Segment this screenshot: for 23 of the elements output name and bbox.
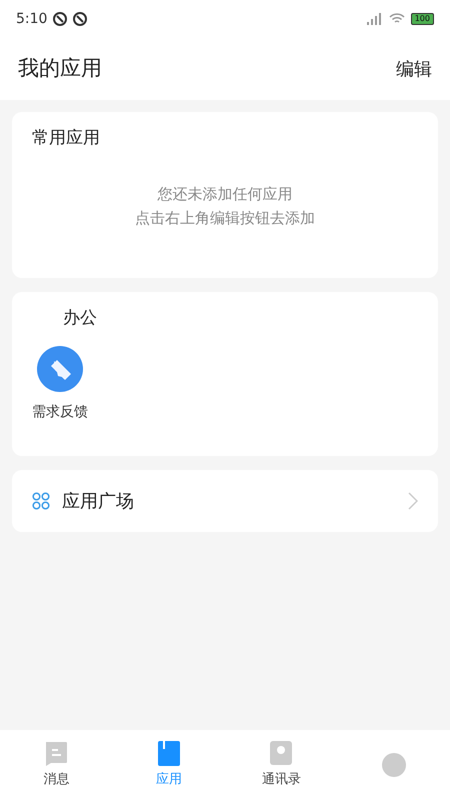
wifi-icon bbox=[388, 13, 405, 25]
tab[interactable]: 消息 bbox=[0, 730, 112, 800]
status-time: 5:10 bbox=[16, 10, 48, 28]
section-title: 常用应用 bbox=[32, 127, 101, 150]
edit-button[interactable]: 编辑 bbox=[396, 56, 432, 82]
ticket-icon bbox=[37, 346, 83, 392]
app-tile[interactable]: 需求反馈 bbox=[32, 346, 88, 422]
notification-icon bbox=[73, 12, 88, 26]
contacts-icon bbox=[269, 740, 294, 766]
app-plaza-row[interactable]: 应用广场 bbox=[12, 470, 438, 532]
signal-icon bbox=[366, 13, 383, 25]
chevron-right-icon bbox=[408, 492, 418, 510]
grid-icon bbox=[32, 492, 50, 510]
tab[interactable]: 通讯录 bbox=[225, 730, 338, 800]
document-icon bbox=[156, 740, 181, 766]
section-title: 办公 bbox=[63, 307, 98, 330]
empty-message: 点击右上角编辑按钮去添加 bbox=[135, 208, 315, 228]
page-title: 我的应用 bbox=[18, 55, 102, 82]
empty-message: 您还未添加任何应用 bbox=[158, 184, 292, 204]
message-icon bbox=[43, 740, 70, 766]
battery-indicator: 100 bbox=[410, 13, 434, 25]
profile-icon bbox=[380, 752, 407, 778]
notification-icon bbox=[53, 12, 68, 26]
